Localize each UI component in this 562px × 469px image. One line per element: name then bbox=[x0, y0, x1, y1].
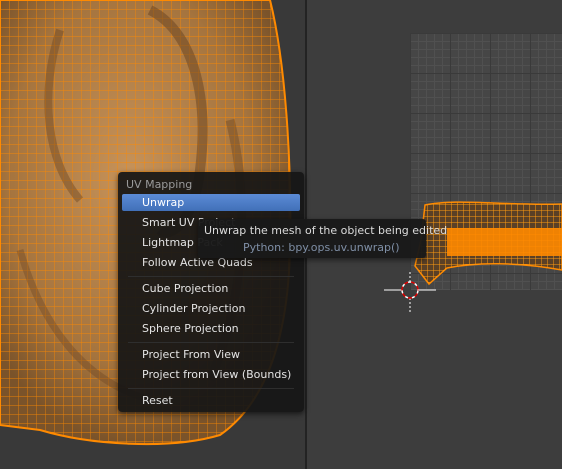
menu-separator bbox=[128, 388, 294, 389]
3d-cursor-icon[interactable] bbox=[384, 272, 436, 312]
menu-item-reset[interactable]: Reset bbox=[122, 392, 300, 409]
menu-item-project-from-view-bounds[interactable]: Project from View (Bounds) bbox=[122, 366, 300, 383]
menu-item-unwrap[interactable]: Unwrap bbox=[122, 194, 300, 211]
tooltip-python-path: Python: bpy.ops.uv.unwrap() bbox=[243, 241, 400, 254]
menu-item-project-from-view[interactable]: Project From View bbox=[122, 346, 300, 363]
uv-mapping-menu: UV Mapping Unwrap Smart UV Project Light… bbox=[118, 172, 304, 412]
menu-separator bbox=[128, 276, 294, 277]
menu-title: UV Mapping bbox=[126, 178, 193, 191]
menu-separator bbox=[128, 342, 294, 343]
menu-item-cube-projection[interactable]: Cube Projection bbox=[122, 280, 300, 297]
tooltip-description: Unwrap the mesh of the object being edit… bbox=[204, 224, 448, 237]
menu-item-sphere-projection[interactable]: Sphere Projection bbox=[122, 320, 300, 337]
tooltip: Unwrap the mesh of the object being edit… bbox=[198, 219, 447, 258]
menu-item-cylinder-projection[interactable]: Cylinder Projection bbox=[122, 300, 300, 317]
